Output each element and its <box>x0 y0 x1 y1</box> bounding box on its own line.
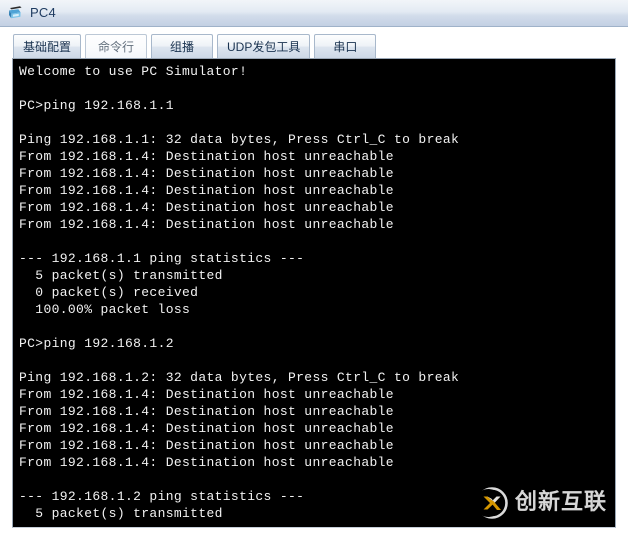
tab-serial-port[interactable]: 串口 <box>314 34 377 58</box>
tab-label: 基础配置 <box>23 40 72 54</box>
terminal-line: Welcome to use PC Simulator! <box>19 64 248 79</box>
pc-computer-icon <box>7 4 25 22</box>
terminal-line: 5 packet(s) transmitted <box>19 506 223 521</box>
terminal-line: From 192.168.1.4: Destination host unrea… <box>19 200 394 215</box>
tab-bar: 基础配置 命令行 组播 UDP发包工具 串口 <box>0 27 628 58</box>
terminal-line: PC>ping 192.168.1.1 <box>19 98 174 113</box>
terminal-line: 0 packet(s) received <box>19 285 199 300</box>
tab-udp-packet-tool[interactable]: UDP发包工具 <box>217 34 311 58</box>
terminal-output[interactable]: Welcome to use PC Simulator! PC>ping 192… <box>13 59 615 527</box>
tab-label: 组播 <box>170 40 195 54</box>
tab-label: 串口 <box>333 40 358 54</box>
terminal-line: From 192.168.1.4: Destination host unrea… <box>19 404 394 419</box>
terminal-line: From 192.168.1.4: Destination host unrea… <box>19 217 394 232</box>
tab-label: 命令行 <box>98 40 135 54</box>
tab-label: UDP发包工具 <box>227 40 301 54</box>
window-title: PC4 <box>30 5 56 20</box>
terminal-line: From 192.168.1.4: Destination host unrea… <box>19 438 394 453</box>
window-titlebar: PC4 <box>0 0 628 27</box>
tab-basic-config[interactable]: 基础配置 <box>13 34 82 58</box>
terminal-line: --- 192.168.1.2 ping statistics --- <box>19 489 305 504</box>
panel-bottom-strip <box>0 528 628 541</box>
terminal-line: From 192.168.1.4: Destination host unrea… <box>19 183 394 198</box>
window-body: 基础配置 命令行 组播 UDP发包工具 串口 Welcome to use PC… <box>0 27 628 541</box>
terminal-line: From 192.168.1.4: Destination host unrea… <box>19 455 394 470</box>
terminal-line: 100.00% packet loss <box>19 302 191 317</box>
tab-multicast[interactable]: 组播 <box>151 34 214 58</box>
terminal-line: From 192.168.1.4: Destination host unrea… <box>19 387 394 402</box>
terminal-frame: Welcome to use PC Simulator! PC>ping 192… <box>12 58 616 528</box>
terminal-line: --- 192.168.1.1 ping statistics --- <box>19 251 305 266</box>
tab-command-line[interactable]: 命令行 <box>85 34 148 58</box>
pc4-window: PC4 基础配置 命令行 组播 UDP发包工具 串口 Welcome to us… <box>0 0 628 541</box>
terminal-line: PC>ping 192.168.1.2 <box>19 336 174 351</box>
terminal-line: From 192.168.1.4: Destination host unrea… <box>19 421 394 436</box>
terminal-line: Ping 192.168.1.2: 32 data bytes, Press C… <box>19 370 460 385</box>
terminal-line: 5 packet(s) transmitted <box>19 268 223 283</box>
terminal-line: From 192.168.1.4: Destination host unrea… <box>19 166 394 181</box>
terminal-line: From 192.168.1.4: Destination host unrea… <box>19 149 394 164</box>
terminal-line: Ping 192.168.1.1: 32 data bytes, Press C… <box>19 132 460 147</box>
